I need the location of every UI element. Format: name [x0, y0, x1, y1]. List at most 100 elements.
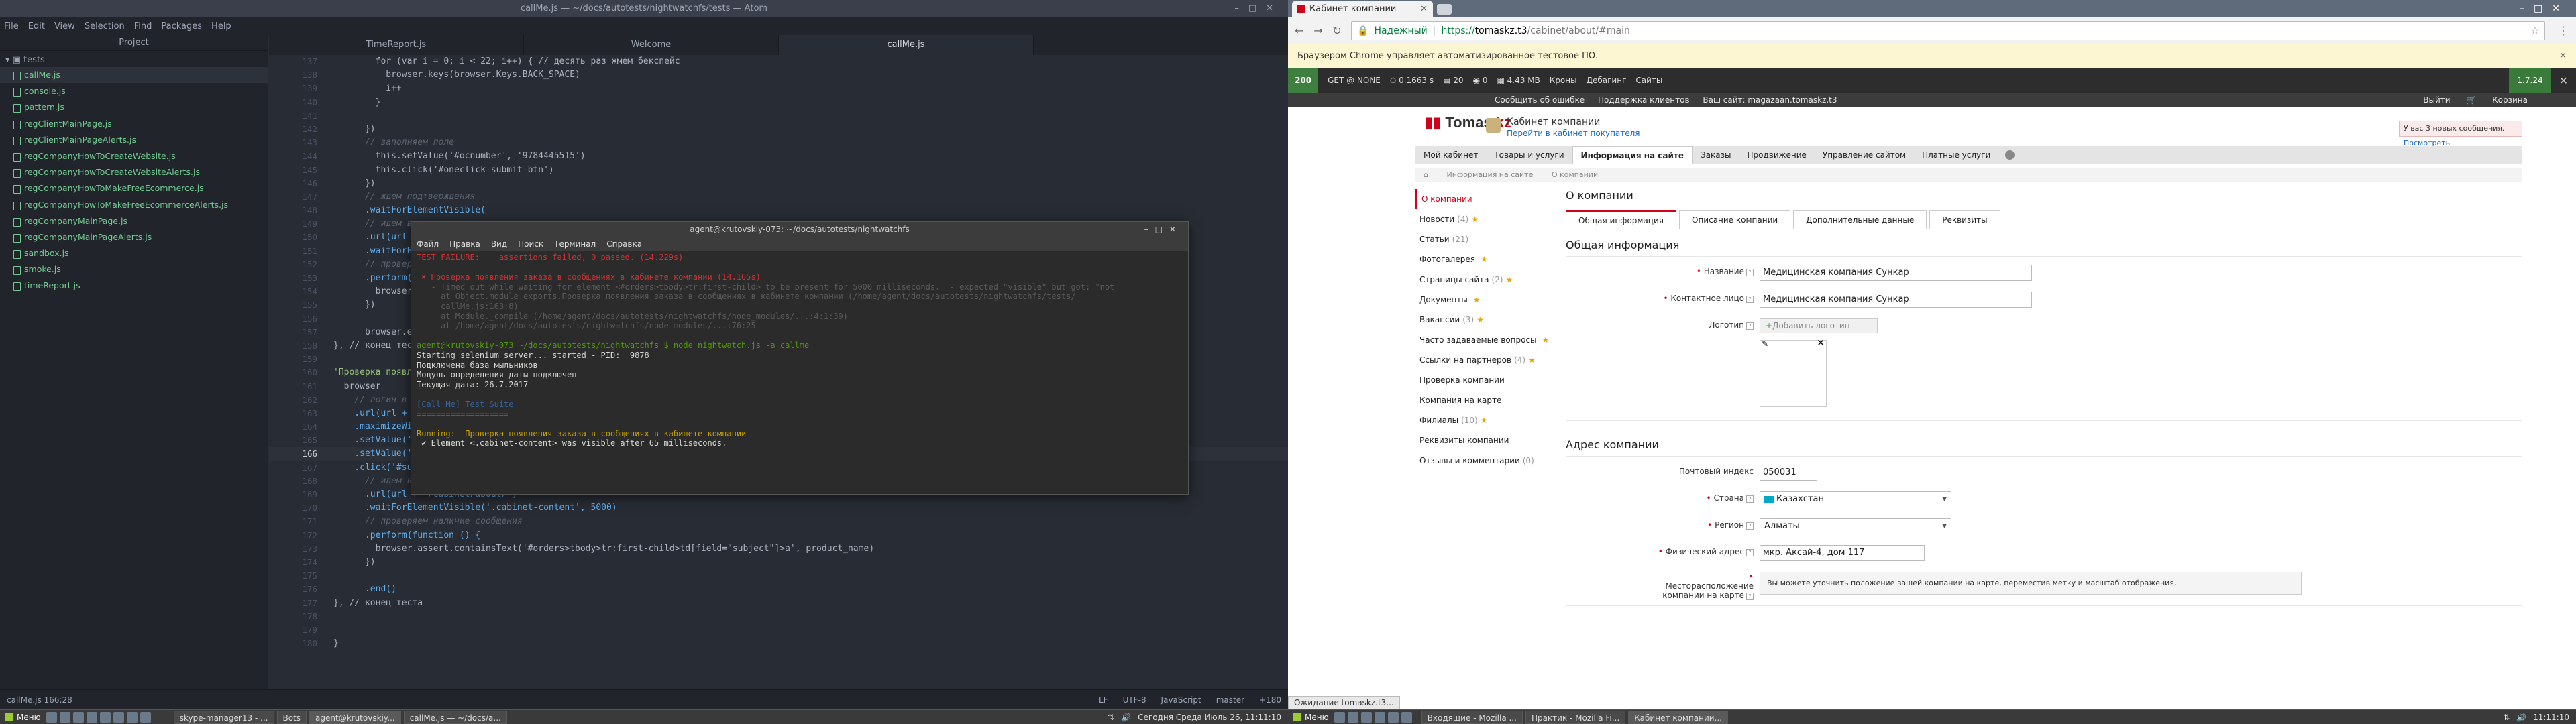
launcher-icon[interactable] — [1374, 711, 1385, 723]
launcher-icon[interactable] — [99, 711, 111, 723]
window-controls-icon[interactable]: –□✕ — [1144, 222, 1183, 237]
code-line[interactable]: }) — [333, 123, 1288, 136]
lock-icon[interactable]: 🔒 — [1357, 25, 1368, 36]
tree-file[interactable]: sandbox.js — [0, 245, 268, 261]
term-menu-view[interactable]: Вид — [491, 239, 507, 249]
nav-site-info[interactable]: Информация на сайте — [1572, 146, 1693, 164]
help-icon[interactable]: ? — [1746, 522, 1754, 530]
code-line[interactable]: // проверяем наличие сообщения — [333, 515, 1288, 528]
code-line[interactable]: }, // конец теста — [333, 597, 1288, 610]
debug-sites[interactable]: Сайты — [1635, 76, 1662, 85]
code-line[interactable]: this.click('#oneclick-submit-btn') — [333, 164, 1288, 177]
tab-callme[interactable]: callMe.js — [779, 35, 1034, 55]
status-git-branch[interactable]: master — [1216, 690, 1244, 710]
launcher-icon[interactable] — [1347, 711, 1358, 723]
taskbar-task[interactable]: skype-manager13 - ... — [173, 710, 274, 724]
taskbar-task[interactable]: Кабинет компании... — [1628, 710, 1728, 724]
code-line[interactable]: browser.assert.containsText('#orders>tbo… — [333, 542, 1288, 556]
launcher-icon[interactable] — [72, 711, 84, 723]
tree-file[interactable]: callMe.js — [0, 67, 268, 84]
taskbar-task[interactable]: callMe.js — ~/docs/a... — [403, 710, 507, 724]
code-line[interactable] — [333, 109, 1288, 123]
code-line[interactable]: this.setValue('#ocnumber', '9784445515') — [333, 149, 1288, 163]
tree-file[interactable]: regCompanyHowToMakeFreeEcommerce.js — [0, 180, 268, 196]
your-site-link[interactable]: Ваш сайт: magazaan.tomaskz.t3 — [1703, 95, 1837, 105]
tree-file[interactable]: regCompanyMainPage.js — [0, 213, 268, 229]
debug-crons[interactable]: Кроны — [1550, 76, 1577, 85]
country-select[interactable]: Казахстан ▼ — [1760, 491, 1951, 507]
edit-icon[interactable]: ✎ — [1762, 339, 1768, 349]
tree-file[interactable]: smoke.js — [0, 261, 268, 278]
nav-orders[interactable]: Заказы — [1693, 146, 1739, 164]
menu-find[interactable]: Find — [134, 21, 152, 32]
debug-memory[interactable]: ▦ 4.43 MB — [1497, 76, 1540, 85]
side-menu-item[interactable]: Часто задаваемые вопросы ★ — [1415, 330, 1556, 350]
user-icon[interactable] — [2005, 150, 2015, 160]
nav-paid-services[interactable]: Платные услуги — [1914, 146, 1998, 164]
launcher-icon[interactable] — [59, 711, 70, 723]
code-line[interactable]: browser.keys(browser.Keys.BACK_SPACE) — [333, 68, 1288, 82]
nav-site-management[interactable]: Управление сайтом — [1815, 146, 1914, 164]
launcher-icon[interactable] — [1387, 711, 1399, 723]
menu-file[interactable]: File — [4, 21, 19, 32]
new-tab-button[interactable] — [1437, 4, 1452, 15]
debug-cache[interactable]: ◉ 0 — [1473, 76, 1488, 85]
menu-view[interactable]: View — [54, 21, 75, 32]
close-icon[interactable]: ✕ — [2559, 74, 2568, 87]
help-icon[interactable]: ? — [1746, 322, 1754, 330]
launcher-icon[interactable] — [113, 711, 124, 723]
launcher-icon[interactable] — [1401, 711, 1412, 723]
close-icon[interactable]: ✕ — [1817, 338, 1825, 349]
debug-version[interactable]: 1.7.24 — [2509, 68, 2551, 93]
clock[interactable]: Сегодня Среда Июль 26, 11:11:10 — [1138, 713, 1281, 722]
close-icon[interactable]: ✕ — [2559, 44, 2567, 68]
code-line[interactable]: for (var i = 0; i < 22; i++) { // десять… — [333, 55, 1288, 68]
terminal-window[interactable]: agent@krutovskiy-073: ~/docs/autotests/n… — [411, 221, 1189, 495]
help-icon[interactable]: ? — [1746, 593, 1754, 600]
taskbar-task[interactable]: Входящие - Mozilla ... — [1421, 710, 1523, 724]
volume-icon[interactable]: 🔊 — [2516, 713, 2526, 722]
breadcrumb-item[interactable]: Информация на сайте — [1446, 170, 1533, 179]
side-menu-item[interactable]: Фотогалерея ★ — [1415, 249, 1556, 269]
tree-file[interactable]: console.js — [0, 83, 268, 99]
code-line[interactable]: // заполняем поле — [333, 136, 1288, 149]
clock[interactable]: 11:11:10 — [2533, 713, 2569, 722]
volume-icon[interactable]: 🔊 — [1121, 713, 1131, 722]
code-line[interactable]: } — [333, 637, 1288, 650]
code-line[interactable]: i++ — [333, 82, 1288, 95]
debug-queries[interactable]: ▤ 20 — [1443, 76, 1463, 85]
term-menu-edit[interactable]: Правка — [449, 239, 480, 249]
taskbar-task[interactable]: agent@krutovskiy... — [309, 710, 401, 724]
cart-link[interactable]: 🛒 Корзина — [2466, 95, 2528, 105]
code-line[interactable]: .waitForElementVisible('.cabinet-content… — [333, 501, 1288, 515]
tab-timereport[interactable]: TimeReport.js — [269, 35, 524, 55]
tree-file[interactable]: timeReport.js — [0, 278, 268, 294]
address-bar[interactable]: 🔒 Надежный | https:// tomaskz.t3 /cabine… — [1351, 21, 2545, 40]
client-support-link[interactable]: Поддержка клиентов — [1598, 95, 1690, 105]
window-controls-icon[interactable]: –□✕ — [2520, 0, 2569, 17]
code-line[interactable] — [333, 610, 1288, 623]
tree-file[interactable]: regCompanyHowToMakeFreeEcommerceAlerts.j… — [0, 197, 268, 213]
side-menu-item[interactable]: Новости (4) ★ — [1415, 209, 1556, 229]
window-controls-icon[interactable]: –□✕ — [1234, 0, 1283, 17]
start-menu-button[interactable]: Меню — [0, 713, 46, 722]
home-icon[interactable]: ⌂ — [1424, 170, 1428, 179]
status-code-badge[interactable]: 200 — [1288, 68, 1319, 93]
status-encoding[interactable]: UTF-8 — [1123, 690, 1146, 710]
add-logo-button[interactable]: +Добавить логотип — [1760, 318, 1878, 333]
star-icon[interactable]: ☆ — [2530, 25, 2539, 36]
report-bug-link[interactable]: Сообщить об ошибке — [1495, 95, 1585, 105]
side-menu-item[interactable]: Компания на карте — [1415, 390, 1556, 410]
nav-promotion[interactable]: Продвижение — [1739, 146, 1815, 164]
side-menu-item[interactable]: Филиалы (10) ★ — [1415, 410, 1556, 430]
menu-icon[interactable]: ⋮ — [2556, 24, 2571, 37]
company-name-input[interactable]: Медицинская компания Сункар — [1760, 265, 2032, 281]
status-git-diff[interactable]: +180 — [1259, 690, 1281, 710]
buyer-cabinet-link[interactable]: Перейти в кабинет покупателя — [1507, 129, 1640, 138]
menu-selection[interactable]: Selection — [85, 21, 125, 32]
status-line-ending[interactable]: LF — [1099, 690, 1108, 710]
menu-packages[interactable]: Packages — [161, 21, 202, 32]
code-line[interactable]: } — [333, 96, 1288, 109]
start-menu-button[interactable]: Меню — [1288, 713, 1334, 722]
code-line[interactable]: .perform(function () { — [333, 529, 1288, 542]
